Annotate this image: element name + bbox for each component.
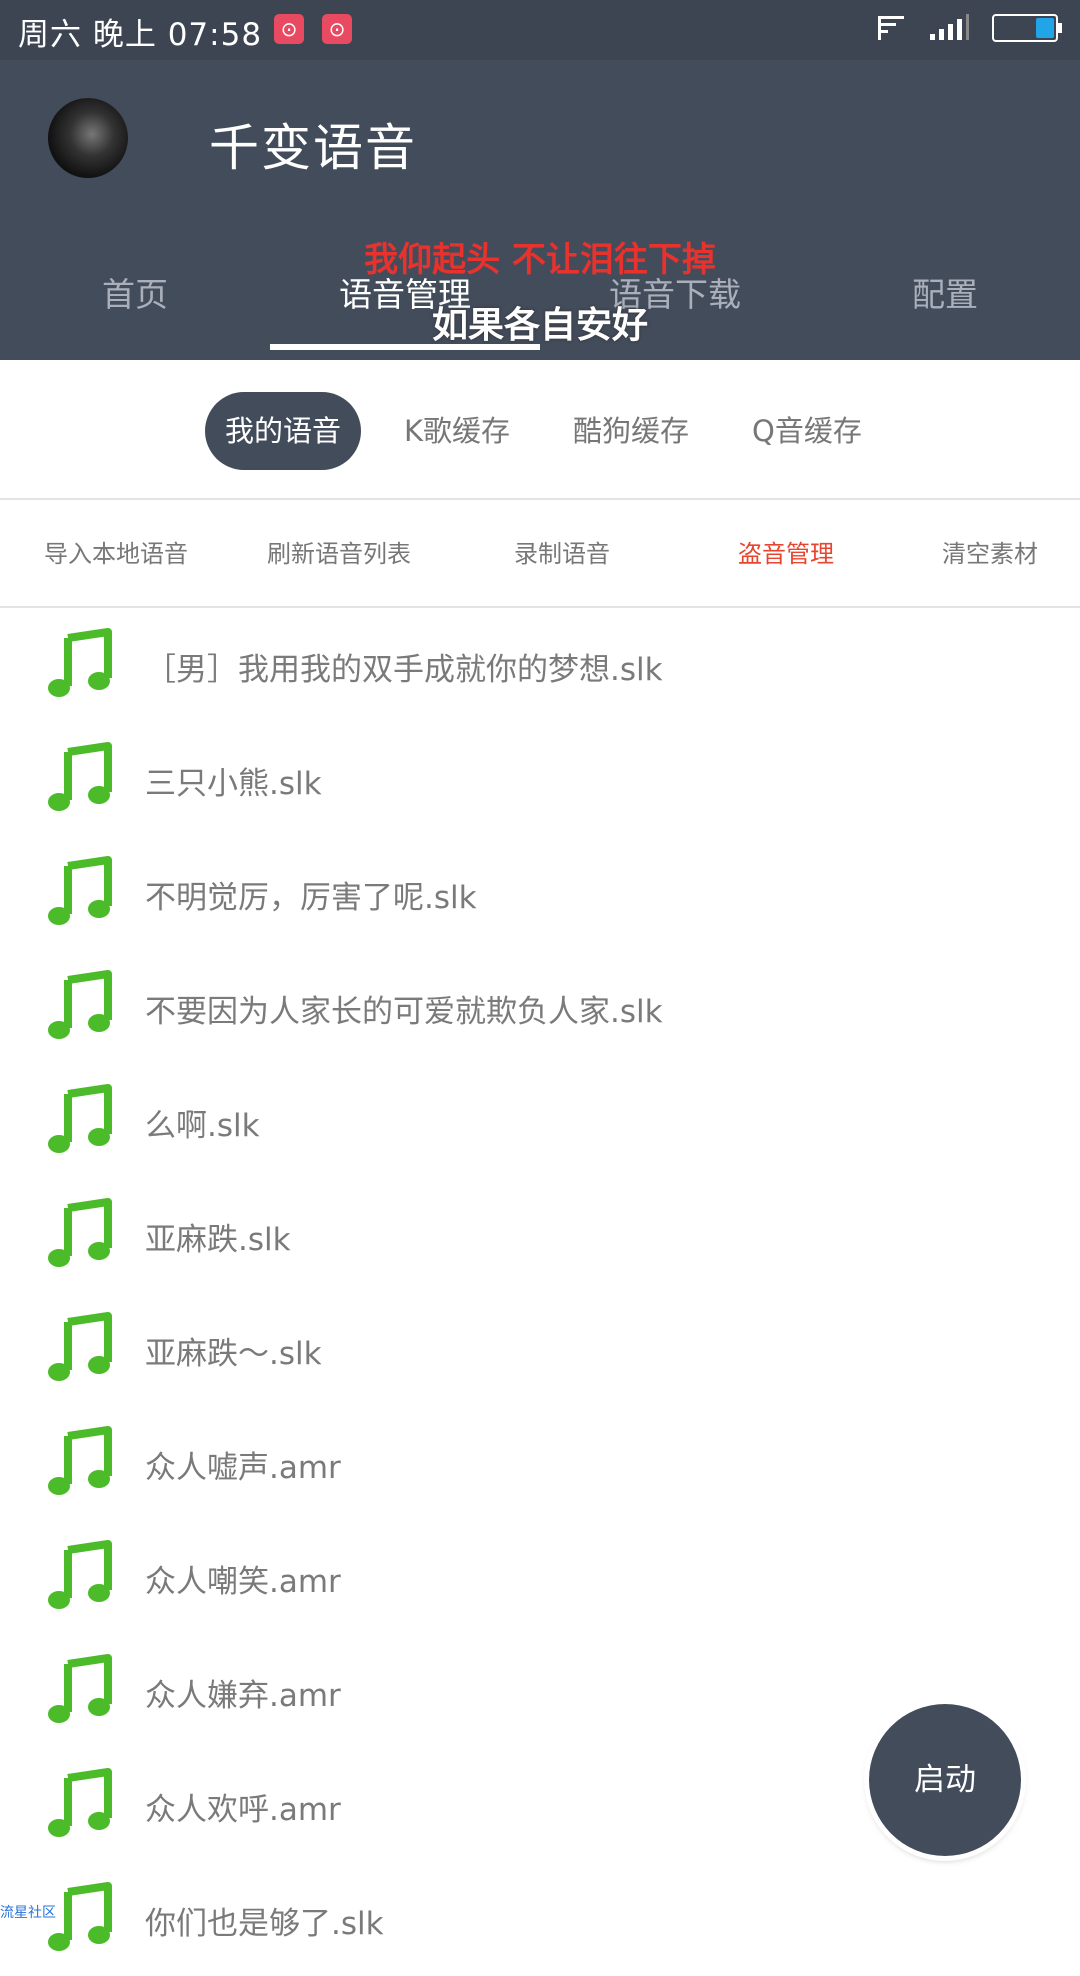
music-note-icon <box>48 1654 112 1723</box>
list-item[interactable]: 亚麻跌.slk <box>0 1178 1080 1292</box>
avatar[interactable] <box>48 98 128 178</box>
file-name: 不明觉厉，厉害了呢.slk <box>145 880 477 916</box>
nfc-icon <box>878 16 904 40</box>
status-time: 周六 晚上 07:58 <box>18 17 263 53</box>
file-name: 众人嘘声.amr <box>145 1450 341 1486</box>
file-name: 不要因为人家长的可爱就欺负人家.slk <box>145 994 663 1030</box>
list-item[interactable]: 众人嘲笑.amr <box>0 1520 1080 1634</box>
list-item[interactable]: 众人嘘声.amr <box>0 1406 1080 1520</box>
lyric-line-2: 如果各自安好 <box>431 305 648 346</box>
chip-my-voice[interactable]: 我的语音 <box>205 392 362 470</box>
music-note-icon <box>48 1426 112 1495</box>
file-name: 你们也是够了.slk <box>145 1906 384 1942</box>
list-item[interactable]: 亚麻跌～.slk <box>0 1292 1080 1406</box>
music-note-icon <box>48 1084 112 1153</box>
sound-steal-manage-button[interactable]: 盗音管理 <box>738 534 834 569</box>
music-note-icon <box>48 1540 112 1609</box>
refresh-voice-list-button[interactable]: 刷新语音列表 <box>267 534 411 569</box>
music-note-icon <box>48 856 112 925</box>
music-note-icon <box>48 628 112 697</box>
clear-materials-button[interactable]: 清空素材 <box>942 534 1038 569</box>
signal-icon <box>930 14 969 40</box>
netease-music-icon: ⊙ <box>274 14 304 44</box>
list-item[interactable]: 你们也是够了.slk <box>0 1862 1080 1976</box>
file-name: 众人欢呼.amr <box>145 1792 341 1828</box>
music-note-icon <box>48 742 112 811</box>
list-item[interactable]: ［男］我用我的双手成就你的梦想.slk <box>0 608 1080 722</box>
file-name: 亚麻跌.slk <box>145 1222 291 1258</box>
chip-ksong-cache[interactable]: K歌缓存 <box>404 392 510 470</box>
action-bar: 导入本地语音 刷新语音列表 录制语音 盗音管理 清空素材 <box>0 500 1080 608</box>
source-chips: 我的语音 K歌缓存 酷狗缓存 Q音缓存 <box>0 360 1080 500</box>
file-name: ［男］我用我的双手成就你的梦想.slk <box>145 652 663 688</box>
music-note-icon <box>48 1312 112 1381</box>
netease-music-icon: ⊙ <box>322 14 352 44</box>
list-item[interactable]: 不明觉厉，厉害了呢.slk <box>0 836 1080 950</box>
watermark: 流星社区 <box>0 1905 56 1921</box>
start-button[interactable]: 启动 <box>869 1704 1021 1856</box>
import-local-voice-button[interactable]: 导入本地语音 <box>44 534 188 569</box>
file-name: 么啊.slk <box>145 1108 260 1144</box>
battery-icon <box>992 14 1062 42</box>
music-note-icon <box>48 970 112 1039</box>
list-item[interactable]: 么啊.slk <box>0 1064 1080 1178</box>
file-name: 众人嘲笑.amr <box>145 1564 341 1600</box>
chip-qq-music-cache[interactable]: Q音缓存 <box>752 392 862 470</box>
list-item[interactable]: 不要因为人家长的可爱就欺负人家.slk <box>0 950 1080 1064</box>
music-note-icon <box>48 1882 112 1951</box>
file-name: 众人嫌弃.amr <box>145 1678 341 1714</box>
music-note-icon <box>48 1768 112 1837</box>
file-name: 亚麻跌～.slk <box>145 1336 322 1372</box>
record-voice-button[interactable]: 录制语音 <box>514 534 610 569</box>
list-item[interactable]: 三只小熊.slk <box>0 722 1080 836</box>
lyric-line-1: 我仰起头 不让泪往下掉 <box>364 240 716 280</box>
app-title: 千变语音 <box>209 119 417 177</box>
status-bar: 周六 晚上 07:58 ⊙ ⊙ <box>0 0 1080 60</box>
chip-kugou-cache[interactable]: 酷狗缓存 <box>573 392 689 470</box>
music-note-icon <box>48 1198 112 1267</box>
file-name: 三只小熊.slk <box>145 766 322 802</box>
